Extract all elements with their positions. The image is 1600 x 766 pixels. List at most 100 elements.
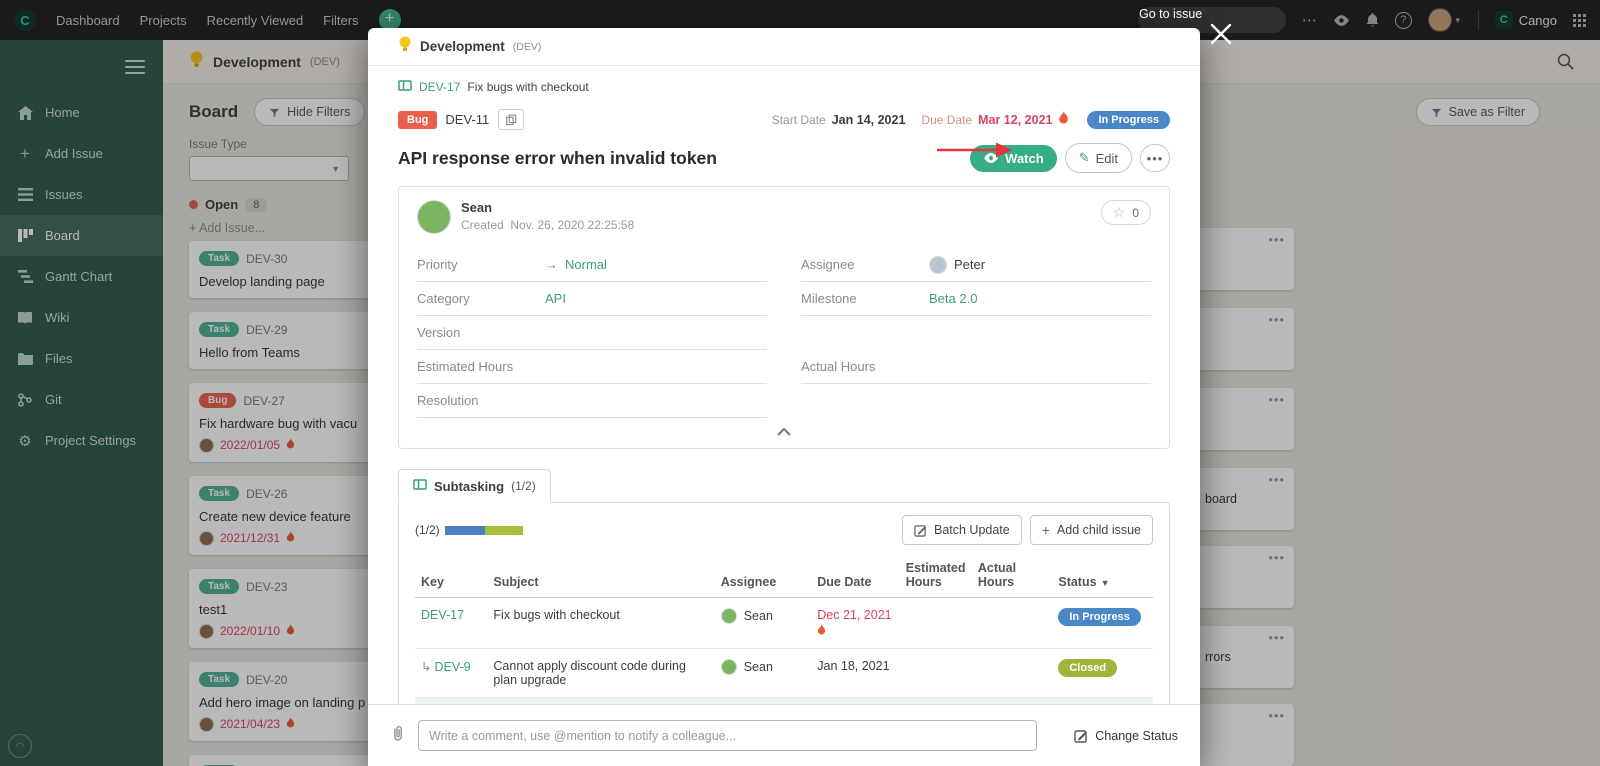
progress-segment-closed <box>485 526 523 535</box>
issue-meta-row: Bug DEV-11 Start Date Jan 14, 2021 Due D… <box>398 109 1170 130</box>
column-header-status[interactable]: Status▼ <box>1052 555 1153 598</box>
subtasking-section: Subtasking (1/2) (1/2) Batch Update <box>398 469 1170 704</box>
assignee-avatar <box>929 256 947 274</box>
subtask-subject: Fix bugs with checkout <box>487 598 714 649</box>
issue-type-badge: Bug <box>398 111 437 129</box>
table-row[interactable]: ↳DEV-9 Cannot apply discount code during… <box>415 649 1153 698</box>
column-header-estimated-hours: Estimated Hours <box>900 555 972 598</box>
issue-key: DEV-11 <box>445 112 489 127</box>
comment-input[interactable] <box>418 720 1037 751</box>
issue-detail-modal: Development (DEV) DEV-17 Fix bugs with c… <box>368 28 1200 766</box>
assignee-label: Assignee <box>801 257 929 272</box>
parent-issue-title: Fix bugs with checkout <box>467 80 588 94</box>
column-header-assignee: Assignee <box>715 555 812 598</box>
priority-value[interactable]: Normal <box>565 257 607 272</box>
author-avatar <box>417 200 451 234</box>
add-child-issue-button[interactable]: + Add child issue <box>1030 515 1153 545</box>
go-to-issue-tooltip: Go to issue <box>1139 7 1202 21</box>
avatar <box>721 659 737 675</box>
avatar <box>721 608 737 624</box>
close-icon <box>1209 22 1233 46</box>
subtask-icon <box>413 477 427 495</box>
edit-square-icon <box>1074 729 1088 743</box>
subtasking-tab[interactable]: Subtasking (1/2) <box>398 469 551 503</box>
version-label: Version <box>417 325 545 340</box>
progress-label: (1/2) <box>415 523 440 537</box>
subtask-assignee: Sean <box>744 609 773 623</box>
star-button[interactable]: ☆ 0 <box>1101 200 1151 225</box>
project-key: (DEV) <box>513 41 542 53</box>
subtask-due-date: Jan 18, 2021 <box>811 649 900 698</box>
priority-label: Priority <box>417 257 545 272</box>
eye-icon <box>983 153 999 163</box>
column-header-actual-hours: Actual Hours <box>972 555 1052 598</box>
actual-hours-label: Actual Hours <box>801 359 929 374</box>
subtask-assignee: Sean <box>744 660 773 674</box>
subtask-due-date: Dec 21, 2021 <box>817 608 891 622</box>
plus-icon: + <box>1042 522 1050 538</box>
column-header-key: Key <box>415 555 487 598</box>
subtask-icon <box>398 80 412 94</box>
child-arrow-icon: ↳ <box>421 660 431 674</box>
milestone-value[interactable]: Beta 2.0 <box>929 291 977 306</box>
modal-body: DEV-17 Fix bugs with checkout Bug DEV-11… <box>368 66 1200 704</box>
due-date-label: Due Date <box>921 113 972 127</box>
subtask-table: Key Subject Assignee Due Date Estimated … <box>415 555 1153 704</box>
project-icon <box>398 36 412 57</box>
close-modal-button[interactable] <box>1208 22 1234 48</box>
issue-details-card: Sean Created Nov. 26, 2020 22:25:58 ☆ 0 … <box>398 186 1170 449</box>
resolution-label: Resolution <box>417 393 545 408</box>
batch-update-button[interactable]: Batch Update <box>902 515 1022 545</box>
comment-bar: Change Status <box>368 704 1200 766</box>
assignee-value[interactable]: Peter <box>954 257 985 272</box>
parent-issue-key[interactable]: DEV-17 <box>419 80 460 94</box>
subtasking-tab-count: (1/2) <box>511 479 536 493</box>
copy-key-button[interactable] <box>498 109 524 130</box>
estimated-hours-label: Estimated Hours <box>417 359 545 374</box>
progress-bar <box>445 526 523 535</box>
table-row[interactable]: DEV-17 Fix bugs with checkout Sean Dec 2… <box>415 598 1153 649</box>
change-status-button[interactable]: Change Status <box>1074 729 1178 743</box>
overdue-flame-icon <box>1058 111 1069 129</box>
edit-square-icon <box>914 524 927 537</box>
pencil-icon: ✎ <box>1079 150 1090 166</box>
subtask-key[interactable]: DEV-9 <box>434 660 470 674</box>
sort-caret-icon: ▼ <box>1101 578 1110 588</box>
start-date-label: Start Date <box>772 113 826 127</box>
issue-title-row: API response error when invalid token Wa… <box>398 143 1170 173</box>
chevron-up-icon <box>776 428 792 436</box>
column-header-subject: Subject <box>487 555 714 598</box>
paperclip-icon <box>390 725 405 742</box>
attach-file-button[interactable] <box>390 725 405 747</box>
more-actions-button[interactable]: ••• <box>1140 144 1170 172</box>
subtasking-panel: (1/2) Batch Update + Add child issue <box>398 502 1170 704</box>
milestone-label: Milestone <box>801 291 929 306</box>
project-name: Development <box>420 39 505 54</box>
start-date-value: Jan 14, 2021 <box>832 113 906 127</box>
parent-issue-row: DEV-17 Fix bugs with checkout <box>398 80 1170 94</box>
issue-title: API response error when invalid token <box>398 148 717 169</box>
star-count: 0 <box>1132 206 1139 220</box>
status-badge: In Progress <box>1058 608 1141 626</box>
star-icon: ☆ <box>1113 204 1126 221</box>
column-header-due-date: Due Date <box>811 555 900 598</box>
author-name: Sean <box>461 200 634 215</box>
subtask-subject: Cannot apply discount code during plan u… <box>487 649 714 698</box>
copy-icon <box>506 114 517 126</box>
modal-header: Development (DEV) <box>368 28 1200 66</box>
watch-button[interactable]: Watch <box>970 145 1057 172</box>
collapse-details-button[interactable] <box>417 418 1151 444</box>
priority-normal-icon: → <box>545 257 558 272</box>
status-badge: In Progress <box>1087 111 1170 129</box>
progress-segment-open <box>445 526 485 535</box>
edit-button[interactable]: ✎ Edit <box>1065 143 1132 173</box>
status-badge: Closed <box>1058 659 1117 677</box>
subtasking-tab-label: Subtasking <box>434 479 504 494</box>
overdue-flame-icon <box>817 624 894 638</box>
subtask-key[interactable]: DEV-17 <box>421 608 464 622</box>
app-window: C Dashboard Projects Recently Viewed Fil… <box>0 0 1600 766</box>
created-timestamp: Created Nov. 26, 2020 22:25:58 <box>461 218 634 232</box>
category-value[interactable]: API <box>545 291 566 306</box>
category-label: Category <box>417 291 545 306</box>
due-date-value: Mar 12, 2021 <box>978 113 1052 127</box>
